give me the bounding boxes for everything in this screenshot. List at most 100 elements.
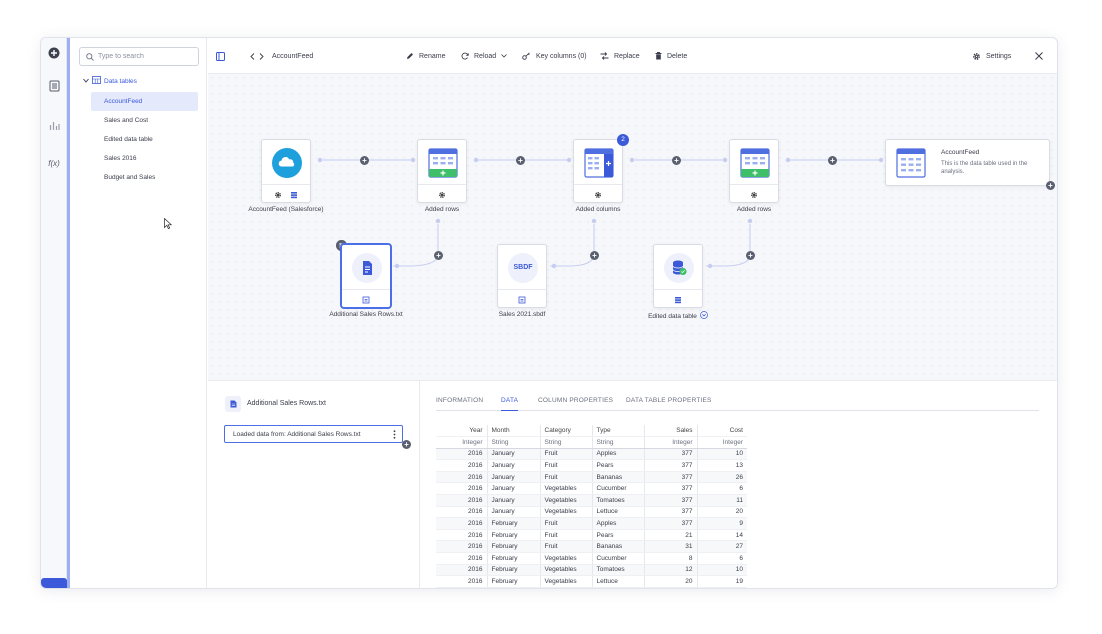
details-tabs: INFORMATION DATA COLUMN PROPERTIES DATA … — [436, 397, 1039, 411]
table-row: 2016 January Fruit Apples 377 10 — [436, 448, 747, 461]
rename-button[interactable]: Rename — [406, 38, 445, 74]
search-input[interactable] — [98, 53, 198, 60]
delete-button[interactable]: Delete — [655, 38, 687, 74]
breadcrumb-current: AccountFeed — [272, 52, 314, 60]
table-cell: 20 — [644, 575, 698, 588]
bar-chart-icon[interactable] — [41, 115, 67, 135]
sidebar-item-accountfeed[interactable]: AccountFeed — [91, 92, 198, 111]
gear-icon[interactable] — [274, 186, 282, 204]
database-icon — [664, 253, 694, 283]
add-circle-icon[interactable] — [41, 43, 67, 63]
table-type-row: Integer String String String Integer Integer — [436, 436, 747, 449]
node-label-sbdf: Sales 2021.sbdf — [498, 311, 546, 318]
add-transformation-button[interactable]: + — [360, 156, 369, 165]
table-cell: 11 — [697, 494, 747, 507]
reload-button[interactable]: Reload — [461, 38, 507, 74]
table-cell: Vegetables — [540, 494, 593, 507]
result-description: This is the data table used in the analy… — [941, 161, 1028, 175]
stack-icon[interactable] — [362, 291, 370, 309]
expand-down-icon[interactable] — [700, 311, 708, 321]
tab-information[interactable]: INFORMATION — [436, 397, 483, 411]
add-transformation-button[interactable]: + — [672, 156, 681, 165]
table-cell: January — [487, 506, 541, 519]
collapse-rail-icon[interactable] — [41, 578, 67, 588]
node-footer — [342, 290, 390, 309]
stack-icon[interactable] — [290, 186, 298, 204]
tree-root-label: Data tables — [104, 77, 137, 85]
add-transformation-button[interactable]: + — [828, 156, 837, 165]
tab-data[interactable]: DATA — [501, 397, 519, 411]
tree-root-data-tables[interactable]: Data tables — [83, 76, 137, 86]
details-panel: Additional Sales Rows.txt Loaded data fr… — [208, 380, 1057, 588]
node-label-edited: Edited data table — [648, 312, 697, 320]
node-result-accountfeed[interactable]: AccountFeed This is the data table used … — [885, 139, 1050, 186]
sidebar-item-budget-and-sales[interactable]: Budget and Sales — [91, 168, 198, 187]
sidebar-item-sales-and-cost[interactable]: Sales and Cost — [91, 111, 198, 130]
node-additional-sales-rows[interactable] — [341, 244, 391, 308]
sidebar-item-sales-2016[interactable]: Sales 2016 — [91, 149, 198, 168]
replace-icon — [600, 52, 609, 60]
function-icon[interactable]: f(x) — [41, 153, 67, 173]
added-rows-icon — [740, 148, 770, 178]
node-accountfeed-salesforce[interactable] — [261, 139, 311, 203]
table-cell: 26 — [697, 471, 747, 484]
table-cell: 13 — [697, 459, 747, 472]
sidebar-item-edited-data-table[interactable]: Edited data table — [91, 130, 198, 149]
settings-button[interactable]: Settings — [972, 38, 1011, 74]
node-sales-2021-sbdf[interactable]: SBDF — [497, 244, 547, 308]
node-edited-data-table[interactable] — [653, 244, 703, 308]
more-vertical-icon[interactable] — [393, 430, 396, 441]
table-cell: 2016 — [436, 506, 488, 519]
stack-icon[interactable] — [674, 291, 682, 309]
data-canvas[interactable]: AccountFeed (Salesforce) + Added rows + … — [208, 74, 1057, 380]
chevron-down-icon[interactable] — [83, 78, 89, 85]
table-cell: February — [487, 552, 541, 565]
step-item-loaded-data[interactable]: Loaded data from: Additional Sales Rows.… — [224, 425, 403, 443]
toggle-panel-button[interactable] — [216, 38, 225, 74]
table-cell: January — [487, 459, 541, 472]
table-row: 2016 January Vegetables Cucumber 377 6 — [436, 482, 747, 496]
forward-chevron-icon[interactable] — [259, 52, 264, 60]
mouse-cursor-icon — [164, 217, 173, 232]
gear-icon[interactable] — [438, 186, 446, 204]
data-table-icon[interactable] — [41, 76, 67, 96]
table-cell: 19 — [697, 575, 747, 588]
table-cell: String — [592, 436, 645, 449]
close-button[interactable] — [1035, 38, 1043, 74]
key-columns-button[interactable]: Key columns (0) — [522, 38, 587, 74]
table-row: 2016 January Fruit Bananas 377 26 — [436, 471, 747, 484]
stack-icon[interactable] — [518, 291, 526, 309]
table-cell: Year — [436, 425, 488, 438]
table-cell: Apples — [592, 517, 645, 530]
table-cell: 20 — [697, 506, 747, 519]
tab-data-table-properties[interactable]: DATA TABLE PROPERTIES — [626, 397, 712, 411]
canvas-connectors — [317, 157, 884, 269]
add-columns-connector[interactable]: + — [590, 251, 599, 260]
replace-label: Replace — [614, 52, 640, 60]
breadcrumb: AccountFeed — [250, 38, 313, 74]
add-output-button[interactable]: + — [1046, 181, 1055, 190]
chevron-down-icon — [501, 54, 507, 58]
table-row: 2016 January Vegetables Tomatoes 377 11 — [436, 494, 747, 507]
table-cell: Fruit — [540, 459, 593, 472]
table-cell: 2016 — [436, 517, 488, 530]
gear-icon — [972, 52, 981, 61]
main-area: AccountFeed Rename Reload Key columns (0… — [208, 38, 1057, 588]
gear-icon[interactable] — [594, 186, 602, 204]
tab-column-properties[interactable]: COLUMN PROPERTIES — [538, 397, 613, 411]
back-chevron-icon[interactable] — [250, 52, 255, 60]
node-added-rows-2[interactable] — [729, 139, 779, 203]
key-columns-label: Key columns (0) — [536, 52, 587, 60]
table-row: 2016 January Vegetables Lettuce 377 20 — [436, 506, 747, 519]
table-cell: 21 — [644, 529, 698, 542]
gear-icon[interactable] — [750, 186, 758, 204]
replace-button[interactable]: Replace — [600, 38, 640, 74]
add-rows-connector[interactable]: + — [746, 251, 755, 260]
table-cell: January — [487, 471, 541, 484]
add-transformation-button[interactable]: + — [516, 156, 525, 165]
add-step-button[interactable]: + — [402, 440, 411, 449]
add-rows-connector[interactable]: + — [434, 251, 443, 260]
node-added-rows-1[interactable] — [417, 139, 467, 203]
table-cell: Fruit — [540, 540, 593, 554]
node-added-columns[interactable] — [573, 139, 623, 203]
